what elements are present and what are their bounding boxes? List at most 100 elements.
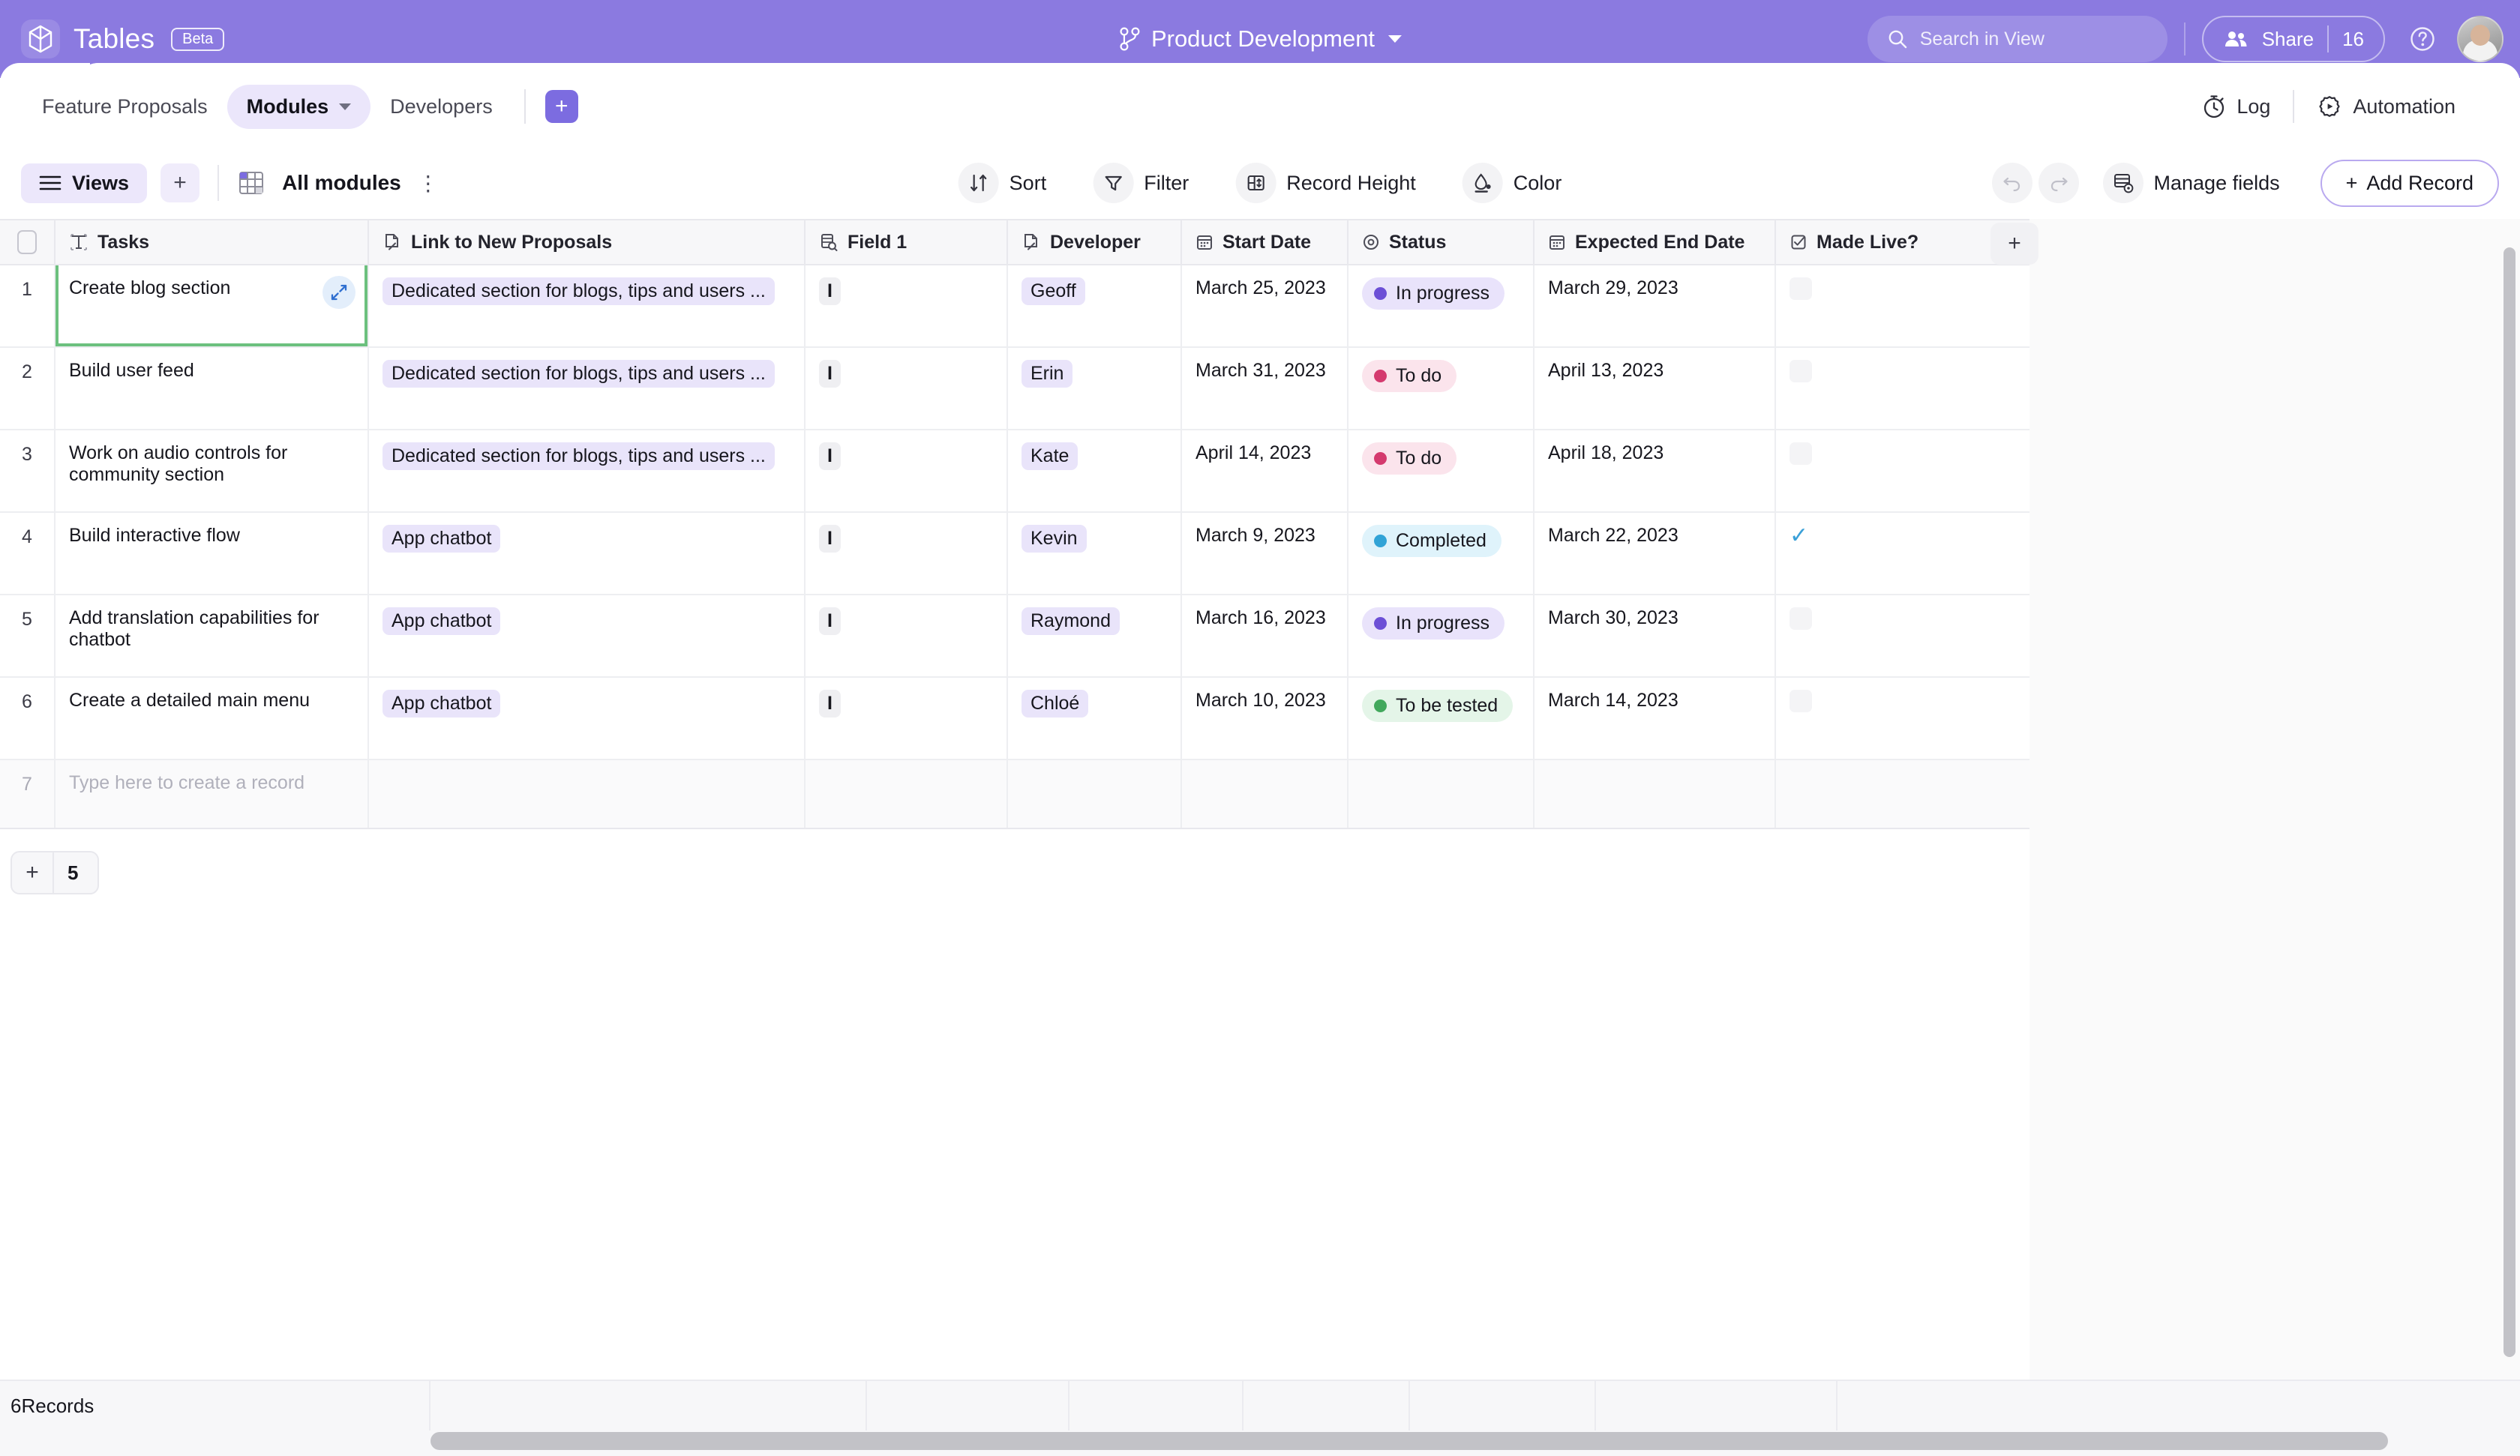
cell-start-date[interactable]: April 14, 2023 [1182,430,1348,511]
new-record-cell[interactable] [1534,760,1776,828]
cell-tasks[interactable]: Work on audio controls for community sec… [56,430,369,511]
column-header-start-date[interactable]: Start Date [1182,220,1348,264]
cell-developer[interactable]: Chloé [1008,678,1182,759]
cell-made-live[interactable] [1776,678,1976,759]
cell-developer[interactable]: Kate [1008,430,1182,511]
new-record-cell[interactable] [1008,760,1182,828]
column-header-developer[interactable]: Developer [1008,220,1182,264]
row-number[interactable]: 2 [0,348,56,429]
table-row[interactable]: 5 Add translation capabilities for chatb… [0,595,2030,678]
filter-button[interactable]: Filter [1075,154,1207,212]
column-header-made-live[interactable]: Made Live? [1776,220,1976,264]
add-rows-plus-icon[interactable]: + [12,852,54,893]
cell-start-date[interactable]: March 10, 2023 [1182,678,1348,759]
add-record-button[interactable]: + Add Record [2320,159,2499,207]
column-header-tasks[interactable]: Tasks [56,220,369,264]
checkbox-unchecked-icon[interactable] [1790,277,1812,300]
add-rows-count[interactable]: 5 [54,861,98,885]
cell-status[interactable]: Completed [1348,513,1534,594]
cell-status[interactable]: To be tested [1348,678,1534,759]
workspace-switcher[interactable]: Product Development [1118,25,1402,52]
table-row[interactable]: 4 Build interactive flow App chatbot I K… [0,513,2030,595]
share-button[interactable]: Share 16 [2201,16,2385,62]
column-header-status[interactable]: Status [1348,220,1534,264]
cell-tasks[interactable]: Build interactive flow [56,513,369,594]
row-number[interactable]: 1 [0,265,56,346]
cell-field-1[interactable]: I [806,595,1008,676]
table-row[interactable]: 1 Create blog section Dedicated section … [0,265,2030,348]
row-number[interactable]: 5 [0,595,56,676]
chevron-down-icon[interactable] [339,103,352,110]
row-number[interactable]: 3 [0,430,56,511]
cell-developer[interactable]: Raymond [1008,595,1182,676]
add-rows-stepper[interactable]: + 5 [10,851,100,894]
help-icon[interactable] [2408,24,2438,54]
cell-made-live[interactable] [1776,265,1976,346]
cell-field-1[interactable]: I [806,513,1008,594]
cell-link-to-new-proposals[interactable]: Dedicated section for blogs, tips and us… [369,348,806,429]
cell-expected-end-date[interactable]: March 14, 2023 [1534,678,1776,759]
cell-expected-end-date[interactable]: March 22, 2023 [1534,513,1776,594]
user-avatar[interactable] [2457,16,2504,62]
cell-tasks[interactable]: Add translation capabilities for chatbot [56,595,369,676]
checkbox-unchecked-icon[interactable] [1790,690,1812,712]
cell-start-date[interactable]: March 16, 2023 [1182,595,1348,676]
checkbox-unchecked-icon[interactable] [1790,607,1812,630]
cell-start-date[interactable]: March 25, 2023 [1182,265,1348,346]
cell-developer[interactable]: Kevin [1008,513,1182,594]
views-button[interactable]: Views [21,163,148,203]
new-record-input[interactable]: Type here to create a record [56,760,369,828]
cell-developer[interactable]: Erin [1008,348,1182,429]
cell-expected-end-date[interactable]: March 29, 2023 [1534,265,1776,346]
cell-status[interactable]: In progress [1348,595,1534,676]
vertical-scrollbar-thumb[interactable] [2504,247,2516,1357]
cell-field-1[interactable]: I [806,348,1008,429]
cell-developer[interactable]: Geoff [1008,265,1182,346]
log-button[interactable]: Log [2180,94,2293,119]
new-record-cell[interactable] [1182,760,1348,828]
redo-button[interactable] [2038,163,2079,203]
cell-made-live[interactable] [1776,595,1976,676]
column-header-expected-end-date[interactable]: Expected End Date [1534,220,1776,264]
view-options-kebab-icon[interactable]: ⋮ [418,171,440,196]
new-record-cell[interactable] [1776,760,1976,828]
add-table-button[interactable]: + [544,90,578,123]
table-row[interactable]: 3 Work on audio controls for community s… [0,430,2030,513]
sort-button[interactable]: Sort [940,154,1065,212]
cell-made-live[interactable] [1776,430,1976,511]
checkbox-checked-icon[interactable]: ✓ [1790,523,1808,548]
cell-field-1[interactable]: I [806,430,1008,511]
cell-start-date[interactable]: March 31, 2023 [1182,348,1348,429]
cell-expected-end-date[interactable]: April 18, 2023 [1534,430,1776,511]
table-row[interactable]: 2 Build user feed Dedicated section for … [0,348,2030,430]
row-number[interactable]: 4 [0,513,56,594]
new-record-cell[interactable] [1348,760,1534,828]
cell-field-1[interactable]: I [806,265,1008,346]
cell-expected-end-date[interactable]: April 13, 2023 [1534,348,1776,429]
cell-start-date[interactable]: March 9, 2023 [1182,513,1348,594]
cell-status[interactable]: To do [1348,348,1534,429]
tab-feature-proposals[interactable]: Feature Proposals [22,85,227,129]
cell-made-live[interactable] [1776,348,1976,429]
cell-link-to-new-proposals[interactable]: Dedicated section for blogs, tips and us… [369,430,806,511]
automation-button[interactable]: Automation [2294,94,2478,119]
cell-link-to-new-proposals[interactable]: App chatbot [369,678,806,759]
cell-tasks[interactable]: Build user feed [56,348,369,429]
search-input[interactable]: Search in View [1867,16,2168,62]
record-height-button[interactable]: Record Height [1217,154,1434,212]
add-view-button[interactable]: + [160,163,200,202]
checkbox-unchecked-icon[interactable] [1790,360,1812,382]
cell-status[interactable]: In progress [1348,265,1534,346]
cell-made-live[interactable]: ✓ [1776,513,1976,594]
select-all-checkbox[interactable] [0,220,56,264]
tab-modules[interactable]: Modules [226,84,371,129]
cell-tasks[interactable]: Create blog section [56,265,369,346]
manage-fields-button[interactable]: Manage fields [2085,154,2298,212]
column-header-field-1[interactable]: Field 1 [806,220,1008,264]
cell-status[interactable]: To do [1348,430,1534,511]
expand-record-icon[interactable] [322,276,356,309]
cell-link-to-new-proposals[interactable]: Dedicated section for blogs, tips and us… [369,265,806,346]
new-record-cell[interactable] [806,760,1008,828]
new-record-cell[interactable] [369,760,806,828]
undo-button[interactable] [1991,163,2032,203]
